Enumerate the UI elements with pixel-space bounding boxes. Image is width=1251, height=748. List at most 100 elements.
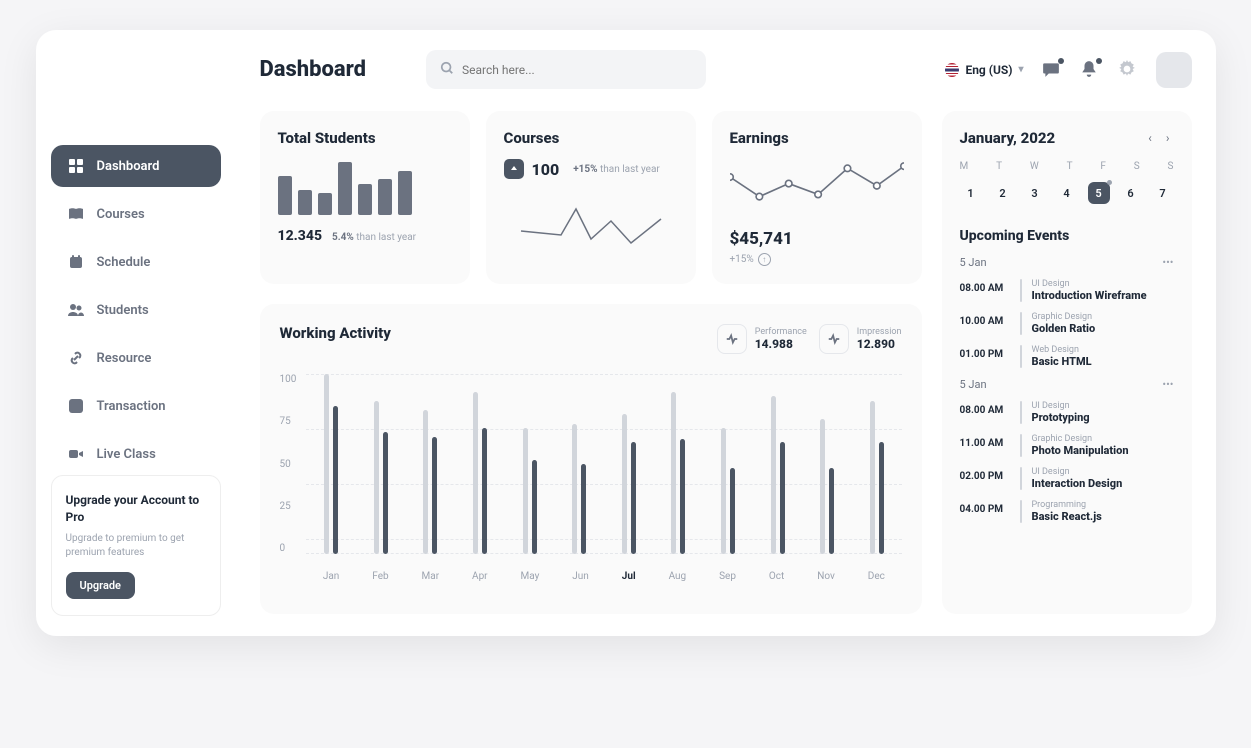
event-item[interactable]: 10.00 AMGraphic DesignGolden Ratio	[960, 312, 1174, 335]
courses-delta: +15% than last year	[573, 164, 660, 175]
nav-transaction[interactable]: Transaction	[51, 385, 221, 427]
event-item[interactable]: 01.00 PMWeb DesignBasic HTML	[960, 345, 1174, 368]
earnings-delta: +15%↑	[730, 253, 904, 266]
page-title: Dashboard	[260, 57, 367, 82]
calendar-date[interactable]: 4	[1056, 182, 1078, 204]
swap-icon	[67, 397, 85, 415]
event-time: 01.00 PM	[960, 345, 1010, 360]
topbar-right: Eng (US) ▾	[945, 52, 1191, 88]
upgrade-card: Upgrade your Account to Pro Upgrade to p…	[51, 475, 221, 616]
earnings-value: $45,741	[730, 229, 904, 249]
event-item[interactable]: 04.00 PMProgrammingBasic React.js	[960, 500, 1174, 523]
nav-label: Dashboard	[97, 159, 160, 174]
bar-group	[423, 374, 437, 554]
left-column: Total Students 12.345 5.4% than last yea…	[260, 111, 922, 614]
language-label: Eng (US)	[965, 63, 1012, 77]
activity-chart: 100 75 50 25 0 JanFebMarAprMayJunJulAugS…	[280, 374, 902, 594]
nav: Dashboard Courses Schedule Students Reso…	[51, 145, 221, 475]
bar-group	[671, 374, 685, 554]
courses-sparkline	[504, 191, 678, 251]
cal-prev-button[interactable]: ‹	[1144, 129, 1156, 147]
students-delta: 5.4% than last year	[332, 232, 416, 243]
event-category: Programming	[1032, 500, 1174, 510]
bar-group	[324, 374, 338, 554]
event-time: 08.00 AM	[960, 279, 1010, 294]
month-label: Oct	[769, 571, 784, 582]
nav-label: Students	[97, 303, 149, 318]
event-time: 02.00 PM	[960, 467, 1010, 482]
nav-label: Transaction	[97, 399, 166, 414]
event-item[interactable]: 08.00 AMUI DesignIntroduction Wireframe	[960, 279, 1174, 302]
event-category: UI Design	[1032, 401, 1174, 411]
nav-live-class[interactable]: Live Class	[51, 433, 221, 475]
calendar-date[interactable]: 2	[992, 182, 1014, 204]
bar-group	[771, 374, 785, 554]
month-label: Feb	[372, 571, 388, 582]
students-value: 12.345	[278, 228, 323, 244]
caret-up-icon	[504, 159, 524, 179]
grid-icon	[67, 157, 85, 175]
event-day-header: 5 Jan•••	[960, 378, 1174, 391]
card-title: Courses	[504, 129, 678, 147]
event-name: Golden Ratio	[1032, 322, 1174, 335]
event-item[interactable]: 11.00 AMGraphic DesignPhoto Manipulation	[960, 434, 1174, 457]
nav-label: Schedule	[97, 255, 151, 270]
notifications-button[interactable]	[1080, 60, 1100, 80]
link-icon	[67, 349, 85, 367]
metric-impression: Impression12.890	[819, 324, 902, 354]
month-label: Aug	[669, 571, 687, 582]
stat-card-students: Total Students 12.345 5.4% than last yea…	[260, 111, 470, 284]
search-input[interactable]	[462, 63, 692, 77]
calendar-date[interactable]: 1	[960, 182, 982, 204]
event-time: 04.00 PM	[960, 500, 1010, 515]
more-icon[interactable]: •••	[1162, 256, 1173, 269]
card-title: Earnings	[730, 129, 904, 147]
nav-courses[interactable]: Courses	[51, 193, 221, 235]
calendar-month: January, 2022	[960, 129, 1056, 147]
month-label: May	[521, 571, 540, 582]
event-category: Graphic Design	[1032, 434, 1174, 444]
calendar-date[interactable]: 3	[1024, 182, 1046, 204]
right-column: January, 2022 ‹ › MTWTFSS 1234567 Upcomi…	[942, 111, 1192, 614]
cal-next-button[interactable]: ›	[1162, 129, 1174, 147]
nav-dashboard[interactable]: Dashboard	[51, 145, 221, 187]
month-label: Dec	[868, 571, 885, 582]
calendar-date[interactable]: 7	[1152, 182, 1174, 204]
app-window: Dashboard Courses Schedule Students Reso…	[36, 30, 1216, 636]
avatar[interactable]	[1156, 52, 1192, 88]
calendar-date[interactable]: 5	[1088, 182, 1110, 204]
nav-schedule[interactable]: Schedule	[51, 241, 221, 283]
courses-value: 100	[532, 160, 560, 179]
nav-students[interactable]: Students	[51, 289, 221, 331]
events-title: Upcoming Events	[960, 228, 1174, 244]
more-icon[interactable]: •••	[1162, 378, 1173, 391]
calendar-icon	[67, 253, 85, 271]
month-label: Nov	[817, 571, 835, 582]
upgrade-button[interactable]: Upgrade	[66, 572, 135, 599]
search-box[interactable]	[426, 50, 706, 89]
main: Dashboard Eng (US) ▾	[236, 30, 1216, 636]
activity-title: Working Activity	[280, 324, 391, 342]
activity-icon	[819, 324, 849, 354]
stat-card-earnings: Earnings $45,741 +15%↑	[712, 111, 922, 284]
event-item[interactable]: 02.00 PM UI DesignInteraction Design	[960, 467, 1174, 490]
event-name: Interaction Design	[1032, 477, 1174, 490]
card-title: Total Students	[278, 129, 452, 147]
event-category: Web Design	[1032, 345, 1174, 355]
sidebar: Dashboard Courses Schedule Students Reso…	[36, 30, 236, 636]
bar-group	[820, 374, 834, 554]
nav-resource[interactable]: Resource	[51, 337, 221, 379]
settings-button[interactable]	[1118, 60, 1138, 80]
month-label: Jan	[323, 571, 339, 582]
book-icon	[67, 205, 85, 223]
event-category: UI Design	[1032, 279, 1174, 289]
event-item[interactable]: 08.00 AMUI DesignPrototyping	[960, 401, 1174, 424]
bar-group	[870, 374, 884, 554]
metric-performance: Performance14.988	[717, 324, 807, 354]
content: Total Students 12.345 5.4% than last yea…	[260, 111, 1192, 614]
messages-button[interactable]	[1042, 60, 1062, 80]
language-selector[interactable]: Eng (US) ▾	[945, 63, 1023, 77]
event-category: UI Design	[1032, 467, 1174, 477]
calendar-date[interactable]: 6	[1120, 182, 1142, 204]
month-label: Apr	[472, 571, 488, 582]
